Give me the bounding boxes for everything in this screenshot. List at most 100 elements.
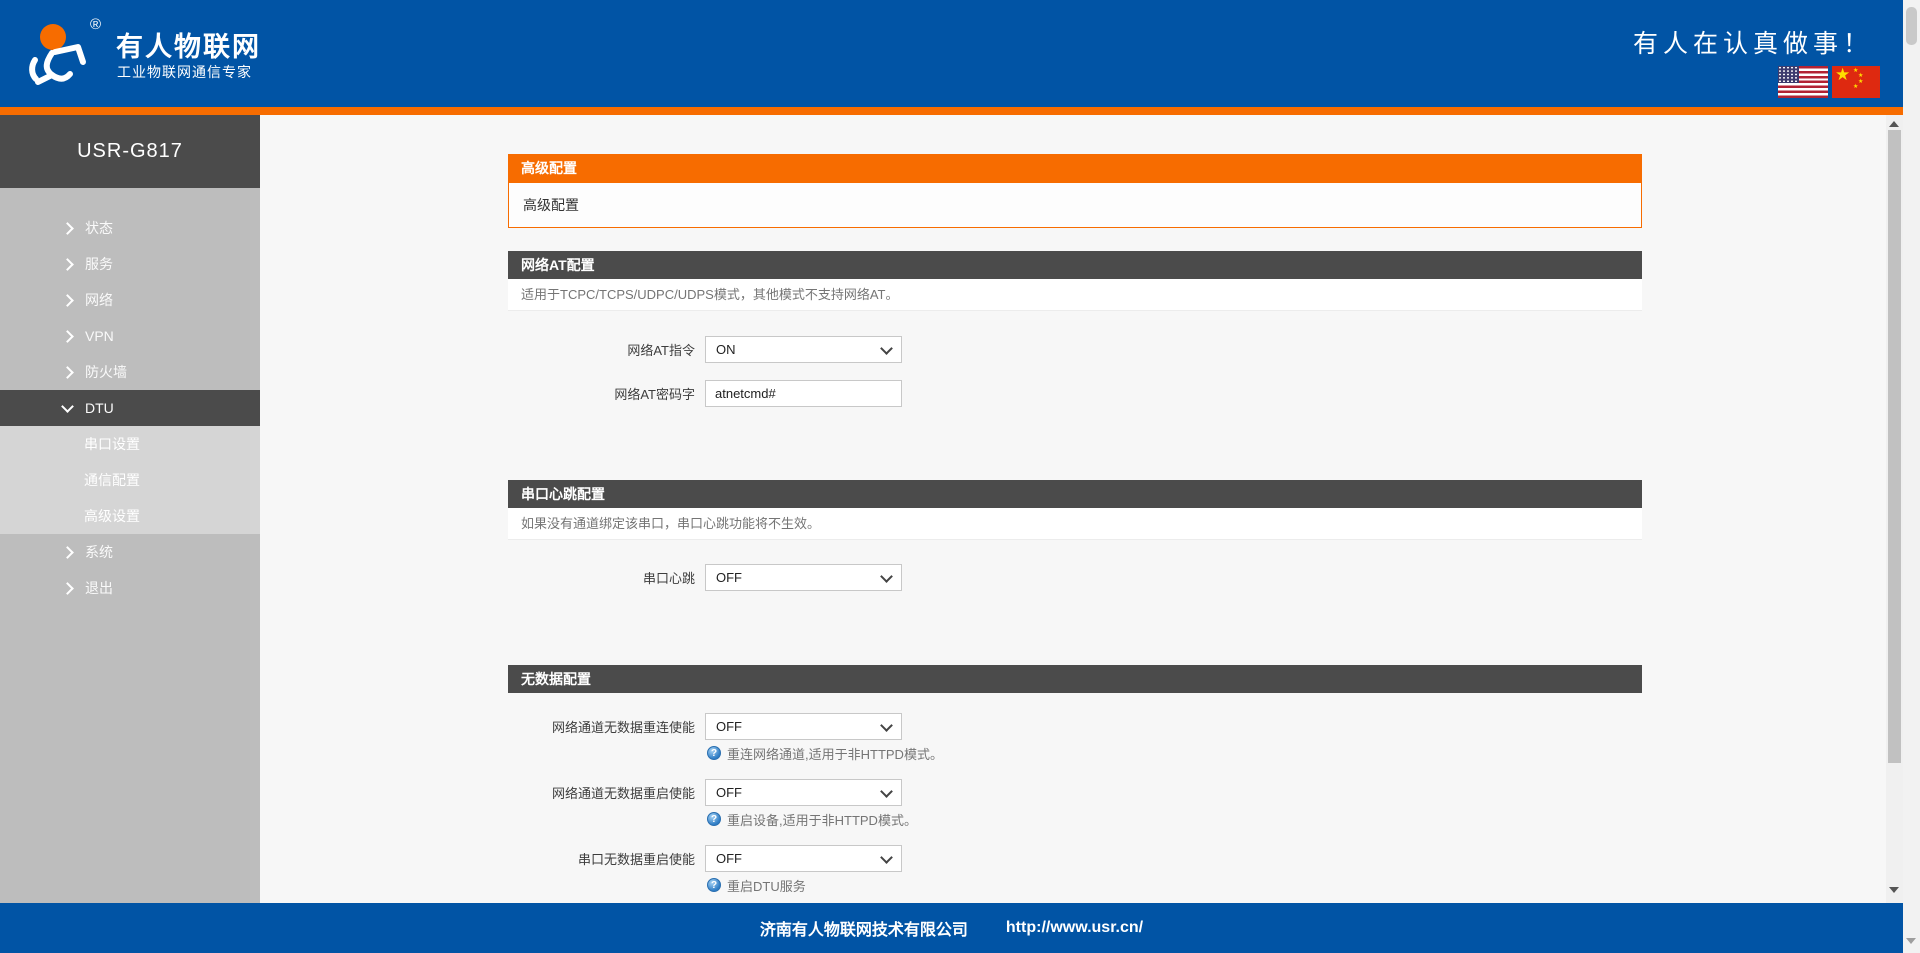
cn-flag-star: ★ bbox=[1835, 66, 1850, 83]
serial-nodata-reboot-select[interactable]: OFF bbox=[705, 845, 902, 872]
serial-heartbeat-label: 串口心跳 bbox=[508, 568, 695, 587]
window-scrollbar[interactable] bbox=[1903, 0, 1920, 953]
net-nodata-reconnect-select[interactable]: OFF bbox=[705, 713, 902, 740]
section-title-network-at: 网络AT配置 bbox=[508, 251, 1642, 279]
sidebar-item-services[interactable]: 服务 bbox=[0, 246, 260, 282]
net-nodata-reboot-select[interactable]: OFF bbox=[705, 779, 902, 806]
sidebar-item-label: 状态 bbox=[85, 218, 113, 238]
sidebar-subitem-advanced-settings[interactable]: 高级设置 bbox=[0, 498, 260, 534]
flag-cn-icon[interactable]: ★ ★ ★ ★ ★ bbox=[1832, 66, 1880, 98]
chevron-down-icon bbox=[880, 851, 893, 864]
page-title: 高级配置 bbox=[508, 154, 1642, 182]
sidebar-item-label: 退出 bbox=[85, 578, 113, 598]
section-description-network-at: 适用于TCPC/TCPS/UDPC/UDPS模式，其他模式不支持网络AT。 bbox=[508, 279, 1642, 311]
registered-mark: ® bbox=[90, 17, 101, 32]
sidebar-item-label: VPN bbox=[85, 328, 114, 344]
sidebar-subitem-serial-settings[interactable]: 串口设置 bbox=[0, 426, 260, 462]
net-at-password-input[interactable] bbox=[705, 380, 902, 407]
footer-url-link[interactable]: http://www.usr.cn/ bbox=[1006, 919, 1143, 937]
brand-subtitle: 工业物联网通信专家 bbox=[117, 62, 252, 82]
serial-heartbeat-select[interactable]: OFF bbox=[705, 564, 902, 591]
help-icon: ? bbox=[707, 878, 721, 892]
form-row-net-nodata-reconnect: 网络通道无数据重连使能 OFF bbox=[508, 713, 902, 740]
net-nodata-reconnect-hint: ? 重连网络通道,适用于非HTTPD模式。 bbox=[707, 745, 943, 761]
chevron-down-icon bbox=[880, 570, 893, 583]
header-accent-line bbox=[0, 107, 1903, 115]
chevron-right-icon bbox=[61, 546, 74, 559]
sidebar-item-status[interactable]: 状态 bbox=[0, 210, 260, 246]
form-row-serial-heartbeat: 串口心跳 OFF bbox=[508, 564, 902, 591]
serial-nodata-reboot-hint: ? 重启DTU服务 bbox=[707, 877, 806, 893]
select-value: ON bbox=[716, 342, 736, 357]
chevron-right-icon bbox=[61, 294, 74, 307]
hint-text: 重连网络通道,适用于非HTTPD模式。 bbox=[727, 744, 943, 763]
net-nodata-reboot-label: 网络通道无数据重启使能 bbox=[508, 783, 695, 802]
net-at-password-label: 网络AT密码字 bbox=[508, 384, 695, 403]
select-value: OFF bbox=[716, 570, 742, 585]
sidebar-item-label: 防火墙 bbox=[85, 362, 127, 382]
sidebar-subitem-comm-config[interactable]: 通信配置 bbox=[0, 462, 260, 498]
top-header: ® 有人物联网 工业物联网通信专家 有人在认真做事！ ★ ★ ★ ★ ★ bbox=[0, 0, 1903, 107]
sidebar: USR-G817 状态 服务 网络 VPN 防火墙 DTU 串口设置 bbox=[0, 115, 260, 903]
sidebar-item-label: DTU bbox=[85, 400, 114, 416]
net-at-command-select[interactable]: ON bbox=[705, 336, 902, 363]
net-nodata-reconnect-label: 网络通道无数据重连使能 bbox=[508, 717, 695, 736]
sidebar-subitem-label: 通信配置 bbox=[84, 470, 140, 490]
chevron-right-icon bbox=[61, 222, 74, 235]
sidebar-item-firewall[interactable]: 防火墙 bbox=[0, 354, 260, 390]
sidebar-item-logout[interactable]: 退出 bbox=[0, 570, 260, 606]
section-title-serial-heartbeat: 串口心跳配置 bbox=[508, 480, 1642, 508]
select-value: OFF bbox=[716, 785, 742, 800]
form-row-net-at-command: 网络AT指令 ON bbox=[508, 336, 902, 363]
form-row-serial-nodata-reboot: 串口无数据重启使能 OFF bbox=[508, 845, 902, 872]
device-model-title: USR-G817 bbox=[0, 115, 260, 188]
header-slogan: 有人在认真做事！ bbox=[1633, 24, 1873, 60]
form-row-net-nodata-reboot: 网络通道无数据重启使能 OFF bbox=[508, 779, 902, 806]
footer: 济南有人物联网技术有限公司 http://www.usr.cn/ bbox=[0, 903, 1903, 953]
footer-company: 济南有人物联网技术有限公司 bbox=[760, 916, 968, 940]
sidebar-menu: 状态 服务 网络 VPN 防火墙 DTU 串口设置 通信配置 bbox=[0, 210, 260, 606]
chevron-down-icon bbox=[61, 400, 74, 413]
chevron-right-icon bbox=[61, 330, 74, 343]
chevron-right-icon bbox=[61, 366, 74, 379]
sidebar-subitem-label: 串口设置 bbox=[84, 434, 140, 454]
sidebar-item-network[interactable]: 网络 bbox=[0, 282, 260, 318]
chevron-down-icon bbox=[880, 719, 893, 732]
serial-nodata-reboot-label: 串口无数据重启使能 bbox=[508, 849, 695, 868]
sidebar-subitem-label: 高级设置 bbox=[84, 506, 140, 526]
sidebar-item-label: 服务 bbox=[85, 254, 113, 274]
hint-text: 重启DTU服务 bbox=[727, 876, 806, 895]
chevron-down-icon bbox=[880, 342, 893, 355]
chevron-right-icon bbox=[61, 258, 74, 271]
section-description-serial-heartbeat: 如果没有通道绑定该串口，串口心跳功能将不生效。 bbox=[508, 508, 1642, 540]
dtu-submenu: 串口设置 通信配置 高级设置 bbox=[0, 426, 260, 534]
section-title-no-data: 无数据配置 bbox=[508, 665, 1642, 693]
brand-title: 有人物联网 bbox=[116, 25, 261, 64]
page-title-description: 高级配置 bbox=[508, 182, 1642, 228]
window-scrollbar-thumb[interactable] bbox=[1906, 7, 1917, 45]
hint-text: 重启设备,适用于非HTTPD模式。 bbox=[727, 810, 917, 829]
select-value: OFF bbox=[716, 719, 742, 734]
sidebar-item-label: 系统 bbox=[85, 542, 113, 562]
chevron-down-icon bbox=[880, 785, 893, 798]
chevron-right-icon bbox=[61, 582, 74, 595]
content-scrollbar-thumb[interactable] bbox=[1888, 130, 1901, 763]
scroll-up-arrow-icon[interactable] bbox=[1889, 121, 1899, 127]
sidebar-item-dtu[interactable]: DTU bbox=[0, 390, 260, 426]
select-value: OFF bbox=[716, 851, 742, 866]
content-scrollbar[interactable] bbox=[1886, 115, 1903, 903]
sidebar-item-label: 网络 bbox=[85, 290, 113, 310]
language-flags: ★ ★ ★ ★ ★ bbox=[1778, 66, 1880, 98]
help-icon: ? bbox=[707, 812, 721, 826]
sidebar-item-system[interactable]: 系统 bbox=[0, 534, 260, 570]
net-at-command-label: 网络AT指令 bbox=[508, 340, 695, 359]
net-nodata-reboot-hint: ? 重启设备,适用于非HTTPD模式。 bbox=[707, 811, 917, 827]
form-row-net-at-password: 网络AT密码字 bbox=[508, 380, 902, 407]
scroll-down-arrow-icon[interactable] bbox=[1889, 887, 1899, 893]
us-flag-canton bbox=[1778, 66, 1799, 83]
help-icon: ? bbox=[707, 746, 721, 760]
sidebar-item-vpn[interactable]: VPN bbox=[0, 318, 260, 354]
flag-us-icon[interactable] bbox=[1778, 66, 1828, 98]
usr-logo-icon bbox=[22, 16, 90, 86]
window-scroll-down-arrow-icon[interactable] bbox=[1906, 938, 1916, 944]
